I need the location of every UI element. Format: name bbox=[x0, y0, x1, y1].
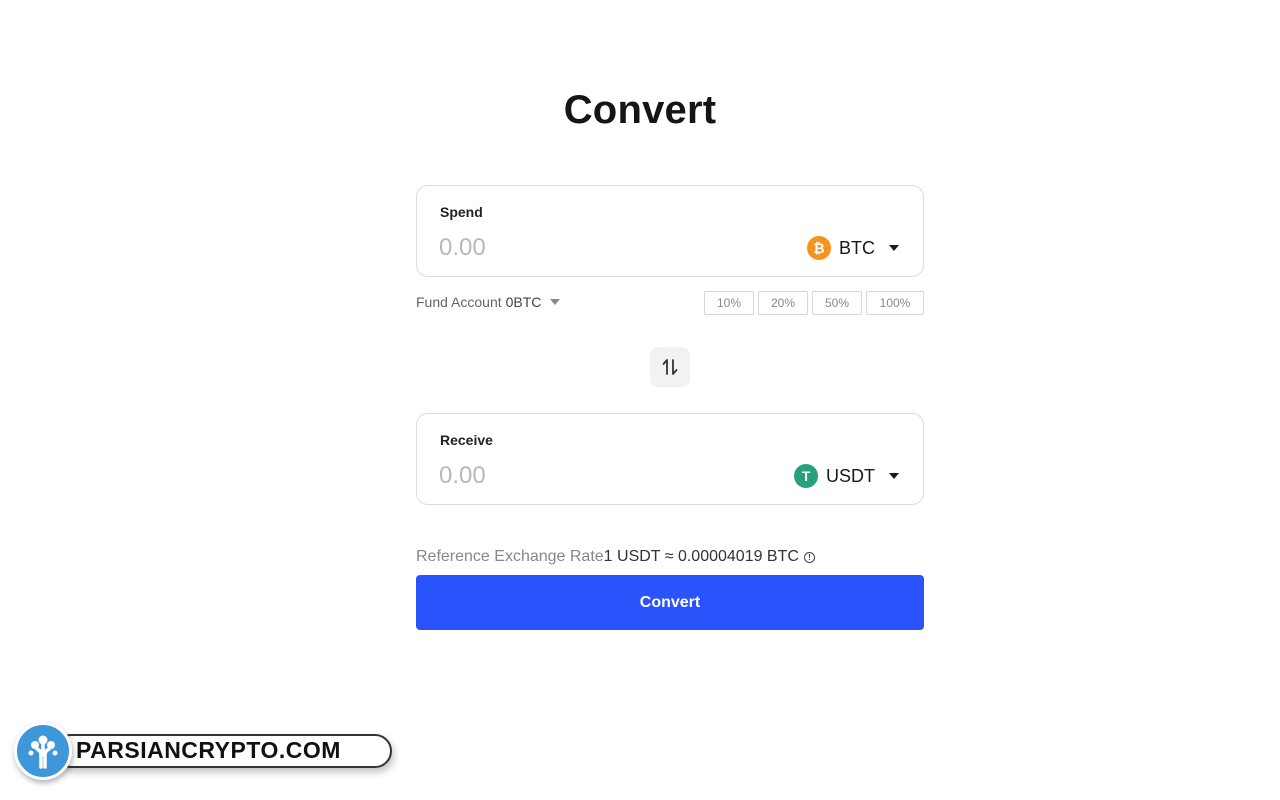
receive-coin-name: USDT bbox=[826, 465, 875, 486]
percent-10-button[interactable]: 10% bbox=[704, 291, 754, 315]
watermark-logo-icon bbox=[14, 722, 72, 780]
swap-arrows-icon bbox=[662, 359, 678, 375]
spend-amount-input[interactable] bbox=[439, 232, 739, 264]
percent-button-group: 10% 20% 50% 100% bbox=[704, 291, 924, 315]
bitcoin-icon: ₿ bbox=[807, 236, 831, 260]
exchange-rate-value: 1 USDT ≈ 0.00004019 BTC bbox=[603, 548, 799, 565]
receive-coin-select[interactable]: T USDT bbox=[794, 463, 899, 489]
exchange-rate-label: Reference Exchange Rate bbox=[416, 548, 604, 565]
percent-20-button[interactable]: 20% bbox=[758, 291, 808, 315]
tether-icon: T bbox=[794, 464, 818, 488]
tree-logo-icon bbox=[28, 735, 58, 769]
info-icon[interactable]: ! bbox=[803, 551, 815, 563]
caret-down-icon bbox=[889, 473, 899, 479]
watermark: PARSIANCRYPTO.COM bbox=[14, 722, 394, 782]
spend-card: Spend ₿ BTC bbox=[416, 185, 924, 277]
convert-button[interactable]: Convert bbox=[416, 575, 924, 630]
receive-label: Receive bbox=[440, 432, 493, 448]
watermark-text: PARSIANCRYPTO.COM bbox=[76, 737, 341, 763]
receive-card: Receive T USDT bbox=[416, 413, 924, 505]
page-title: Convert bbox=[563, 88, 717, 132]
convert-page: Convert Spend ₿ BTC Fund Account 0BTC 10… bbox=[0, 0, 1280, 800]
percent-100-button[interactable]: 100% bbox=[866, 291, 924, 315]
percent-50-button[interactable]: 50% bbox=[812, 291, 862, 315]
fund-account-balance: 0BTC bbox=[505, 294, 542, 310]
fund-account-select[interactable]: Fund Account 0BTC bbox=[416, 294, 561, 310]
exchange-rate: Reference Exchange Rate 1 USDT ≈ 0.00004… bbox=[416, 548, 815, 566]
fund-account-label: Fund Account bbox=[416, 294, 502, 310]
caret-down-icon bbox=[550, 299, 561, 305]
caret-down-icon bbox=[889, 245, 899, 251]
spend-label: Spend bbox=[440, 204, 483, 220]
spend-coin-name: BTC bbox=[839, 237, 875, 258]
receive-amount-input[interactable] bbox=[439, 460, 739, 492]
spend-coin-select[interactable]: ₿ BTC bbox=[807, 235, 899, 261]
swap-direction-button[interactable] bbox=[650, 347, 690, 387]
